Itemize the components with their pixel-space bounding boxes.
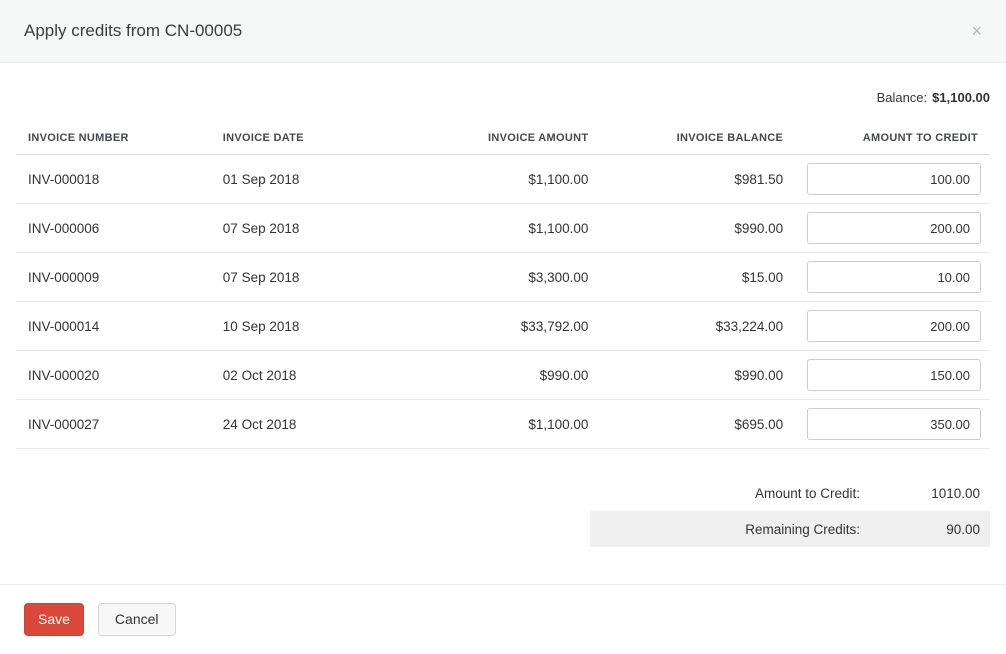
- amount-to-credit-input[interactable]: [807, 163, 981, 195]
- invoice-amount-cell: $1,100.00: [400, 203, 601, 253]
- modal-header: Apply credits from CN-00005 ×: [0, 0, 1006, 63]
- table-row: INV-000014 10 Sep 2018 $33,792.00 $33,22…: [16, 301, 990, 351]
- column-header-invoice-amount: INVOICE AMOUNT: [400, 122, 601, 155]
- remaining-credits-label: Remaining Credits:: [745, 521, 860, 537]
- table-row: INV-000027 24 Oct 2018 $1,100.00 $695.00: [16, 399, 990, 449]
- column-header-invoice-balance: INVOICE BALANCE: [600, 122, 796, 155]
- balance-label: Balance:: [876, 90, 928, 105]
- amount-to-credit-input[interactable]: [807, 359, 981, 391]
- invoice-amount-cell: $3,300.00: [400, 252, 601, 302]
- summary-section: Amount to Credit: 1010.00 Remaining Cred…: [590, 475, 990, 547]
- invoice-number-cell: INV-000009: [16, 252, 211, 302]
- balance-value: $1,100.00: [932, 90, 990, 105]
- column-header-invoice-number: INVOICE NUMBER: [16, 122, 211, 155]
- balance-row: Balance: $1,100.00: [0, 63, 1006, 122]
- column-header-amount-to-credit: AMOUNT TO CREDIT: [795, 122, 990, 155]
- invoice-number-cell: INV-000018: [16, 154, 211, 204]
- table-header-row: INVOICE NUMBER INVOICE DATE INVOICE AMOU…: [16, 122, 990, 155]
- modal-title: Apply credits from CN-00005: [24, 21, 243, 40]
- invoice-amount-cell: $990.00: [400, 350, 601, 400]
- invoice-date-cell: 07 Sep 2018: [210, 203, 401, 253]
- amount-to-credit-input[interactable]: [807, 408, 981, 440]
- invoice-date-cell: 07 Sep 2018: [210, 252, 401, 302]
- invoice-amount-cell: $1,100.00: [400, 154, 601, 204]
- invoice-date-cell: 10 Sep 2018: [210, 301, 401, 351]
- invoice-balance-cell: $990.00: [600, 350, 796, 400]
- modal-footer: Save Cancel: [0, 584, 1006, 654]
- invoice-balance-cell: $990.00: [600, 203, 796, 253]
- remaining-credits-row: Remaining Credits: 90.00: [590, 511, 990, 547]
- close-icon[interactable]: ×: [971, 22, 982, 40]
- column-header-invoice-date: INVOICE DATE: [210, 122, 401, 155]
- invoice-number-cell: INV-000020: [16, 350, 211, 400]
- remaining-credits-value: 90.00: [946, 521, 980, 537]
- table-row: INV-000009 07 Sep 2018 $3,300.00 $15.00: [16, 252, 990, 302]
- save-button[interactable]: Save: [24, 603, 84, 636]
- invoice-number-cell: INV-000027: [16, 399, 211, 449]
- invoice-balance-cell: $695.00: [600, 399, 796, 449]
- table-row: INV-000020 02 Oct 2018 $990.00 $990.00: [16, 350, 990, 400]
- invoice-amount-cell: $33,792.00: [400, 301, 601, 351]
- amount-to-credit-total-row: Amount to Credit: 1010.00: [590, 475, 990, 511]
- invoice-balance-cell: $15.00: [600, 252, 796, 302]
- amount-to-credit-total-label: Amount to Credit:: [754, 485, 860, 501]
- amount-to-credit-total-value: 1010.00: [931, 485, 980, 501]
- invoice-date-cell: 24 Oct 2018: [210, 399, 401, 449]
- invoice-date-cell: 01 Sep 2018: [210, 154, 401, 204]
- invoice-balance-cell: $981.50: [600, 154, 796, 204]
- invoice-amount-cell: $1,100.00: [400, 399, 601, 449]
- amount-to-credit-input[interactable]: [807, 212, 981, 244]
- amount-to-credit-input[interactable]: [807, 310, 981, 342]
- amount-to-credit-input[interactable]: [807, 261, 981, 293]
- cancel-button[interactable]: Cancel: [97, 603, 176, 636]
- invoice-number-cell: INV-000006: [16, 203, 211, 253]
- invoice-balance-cell: $33,224.00: [600, 301, 796, 351]
- table-row: INV-000006 07 Sep 2018 $1,100.00 $990.00: [16, 203, 990, 253]
- invoice-credits-table: INVOICE NUMBER INVOICE DATE INVOICE AMOU…: [16, 122, 990, 449]
- invoice-date-cell: 02 Oct 2018: [210, 350, 401, 400]
- table-row: INV-000018 01 Sep 2018 $1,100.00 $981.50: [16, 154, 990, 204]
- invoice-number-cell: INV-000014: [16, 301, 211, 351]
